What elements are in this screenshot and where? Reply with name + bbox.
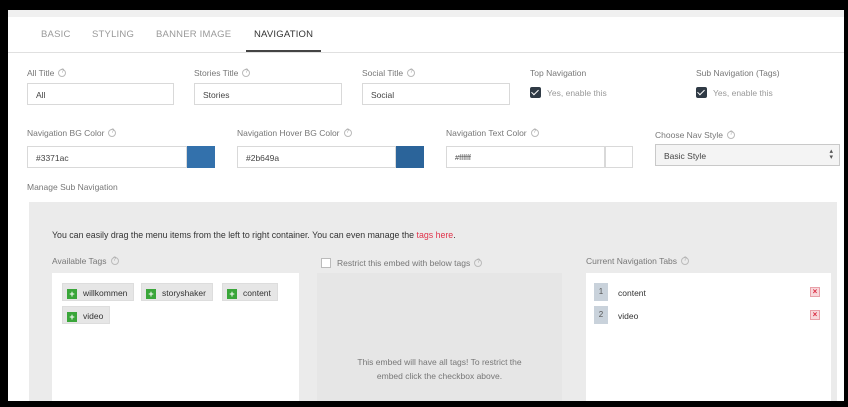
available-tag[interactable]: + content: [222, 283, 278, 301]
available-tag[interactable]: + storyshaker: [141, 283, 213, 301]
help-icon[interactable]: [58, 69, 67, 77]
manage-sub-navigation-heading: Manage Sub Navigation: [27, 182, 118, 192]
help-icon[interactable]: [681, 257, 690, 265]
checkbox-checked-icon[interactable]: [530, 87, 541, 98]
help-icon[interactable]: [108, 129, 117, 137]
tab-styling[interactable]: STYLING: [92, 29, 134, 40]
tab-navigation[interactable]: NAVIGATION: [245, 29, 322, 52]
tab-order-number: 2: [594, 306, 608, 324]
available-tag[interactable]: + video: [62, 306, 111, 324]
nav-hover-bg-color-label: Navigation Hover BG Color: [237, 128, 352, 138]
nav-bg-color-input[interactable]: #3371ac: [27, 146, 187, 168]
drag-info-text: You can easily drag the menu items from …: [52, 230, 456, 240]
nav-style-value: Basic Style: [664, 151, 707, 161]
help-icon[interactable]: [242, 69, 251, 77]
help-icon[interactable]: [407, 69, 416, 77]
tab-banner-image[interactable]: BANNER IMAGE: [156, 29, 231, 40]
tab-bar: BASIC STYLING BANNER IMAGE NAVIGATION: [8, 17, 844, 53]
restricted-tags-container: This embed will have all tags! To restri…: [317, 273, 562, 401]
tab-order-number: 1: [594, 283, 608, 301]
nav-text-color-input[interactable]: #ffffff: [446, 146, 605, 168]
help-icon[interactable]: [110, 257, 119, 265]
social-title-input[interactable]: Social: [362, 83, 510, 105]
select-arrows-icon: ▴ ▾: [829, 148, 833, 161]
current-tab-label: content: [618, 288, 646, 298]
editor-frame: BASIC STYLING BANNER IMAGE NAVIGATION Al…: [8, 10, 844, 401]
tags-here-link[interactable]: tags here: [417, 230, 454, 240]
help-icon[interactable]: [474, 259, 483, 267]
nav-bg-color-swatch[interactable]: [187, 146, 215, 168]
nav-bg-color-label: Navigation BG Color: [27, 128, 117, 138]
nav-hover-bg-color-swatch[interactable]: [396, 146, 424, 168]
current-tab-label: video: [618, 311, 639, 321]
current-tab-row[interactable]: 1 content ×: [594, 283, 826, 301]
help-icon[interactable]: [727, 131, 736, 139]
sub-navigation-checkbox[interactable]: Yes, enable this: [696, 87, 773, 98]
stories-title-input[interactable]: Stories: [194, 83, 342, 105]
stories-title-label: Stories Title: [194, 68, 251, 78]
sub-navigation-label: Sub Navigation (Tags): [696, 68, 780, 78]
nav-style-label: Choose Nav Style: [655, 130, 736, 140]
tab-basic[interactable]: BASIC: [41, 29, 71, 40]
sub-navigation-panel: You can easily drag the menu items from …: [29, 202, 837, 401]
restrict-checkbox[interactable]: Restrict this embed with below tags: [321, 258, 483, 268]
top-navigation-checkbox[interactable]: Yes, enable this: [530, 87, 607, 98]
help-icon[interactable]: [343, 129, 352, 137]
all-title-label: All Title: [27, 68, 67, 78]
all-title-input[interactable]: All: [27, 83, 174, 105]
social-title-label: Social Title: [362, 68, 416, 78]
plus-icon[interactable]: +: [227, 289, 237, 299]
plus-icon[interactable]: +: [67, 312, 77, 322]
restrict-message: This embed will have all tags! To restri…: [357, 357, 522, 381]
plus-icon[interactable]: +: [67, 289, 77, 299]
top-navigation-label: Top Navigation: [530, 68, 587, 78]
available-tags-container: + willkommen + storyshaker + content + video: [52, 273, 299, 401]
remove-icon[interactable]: ×: [810, 287, 820, 297]
current-tab-row[interactable]: 2 video ×: [594, 306, 826, 324]
nav-text-color-label: Navigation Text Color: [446, 128, 539, 138]
nav-text-color-swatch[interactable]: [605, 146, 633, 168]
nav-hover-bg-color-input[interactable]: #2b649a: [237, 146, 396, 168]
top-strip: [8, 10, 844, 17]
remove-icon[interactable]: ×: [810, 310, 820, 320]
nav-style-select[interactable]: Basic Style ▴ ▾: [655, 144, 840, 166]
available-tag[interactable]: + willkommen: [62, 283, 135, 301]
checkbox-unchecked-icon[interactable]: [321, 258, 331, 268]
checkbox-checked-icon[interactable]: [696, 87, 707, 98]
current-navigation-tabs-container: 1 content × 2 video ×: [586, 273, 831, 401]
help-icon[interactable]: [530, 129, 539, 137]
plus-icon[interactable]: +: [146, 289, 156, 299]
available-tags-label: Available Tags: [52, 256, 119, 266]
current-navigation-tabs-label: Current Navigation Tabs: [586, 256, 690, 266]
